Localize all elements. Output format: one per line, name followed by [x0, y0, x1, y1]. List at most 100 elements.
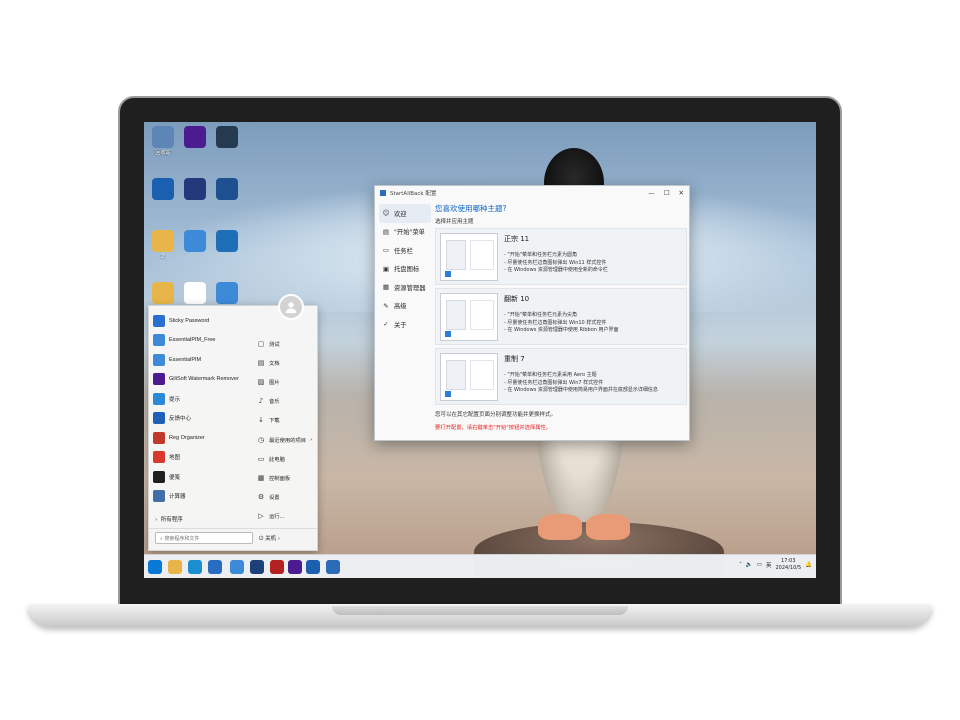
start-app-label: Sticky Password [169, 317, 210, 324]
start-app-item[interactable]: EssentialPIM [153, 350, 253, 370]
app-icon[interactable] [250, 560, 264, 574]
file-explorer-icon[interactable] [168, 560, 182, 574]
start-place-label: 设置 [269, 495, 280, 502]
start-place-label: 运行... [269, 514, 285, 521]
start-app-item[interactable]: 便笺 [153, 467, 253, 487]
input-method[interactable]: 英 [766, 561, 772, 569]
record-icon[interactable] [270, 560, 284, 574]
nav-item[interactable]: ▭ 任务栏 [379, 241, 431, 260]
start-place-item[interactable]: ▢ 测试 [257, 334, 317, 353]
advanced-systemcare-icon [152, 178, 174, 200]
user-avatar[interactable] [278, 294, 304, 320]
nav-item[interactable]: ▣ 托盘图标 [379, 260, 431, 279]
theme-option[interactable]: 翻新 10 - "开始"菜单和任务栏元素为尖角 - 尽量使任务栏边角图标弹出 Win… [435, 288, 687, 345]
start-app-item[interactable]: 提示 [153, 389, 253, 409]
desktop-icon[interactable] [178, 230, 212, 254]
clock[interactable]: 17:03 2024/10/5 [776, 558, 802, 572]
start-app-item[interactable]: EssentialPIM_Free [153, 331, 253, 351]
phone-icon[interactable] [326, 560, 340, 574]
volume-icon[interactable]: 🔈 [746, 562, 753, 568]
theme-option[interactable]: 正宗 11 - "开始"菜单和任务栏元素为圆角 - 尽量使任务栏边角图标弹出 Win… [435, 228, 687, 285]
theme-option[interactable]: 重制 7 - "开始"菜单和任务栏元素采用 Aero 主题 - 尽量使任务栏边角图标… [435, 348, 687, 405]
gilisoft-icon[interactable] [288, 560, 302, 574]
desktop-icon[interactable]: 回收站 [146, 126, 180, 156]
desktop-icon[interactable] [178, 282, 212, 306]
essentialpim-icon[interactable] [230, 560, 244, 574]
shutdown-label: 关机 [265, 536, 277, 542]
desktop-icon[interactable] [178, 178, 212, 202]
theme-feature: - 尽量使任务栏边角图标弹出 Win7 样式控件 [504, 379, 604, 386]
start-place-item[interactable]: ♪ 音乐 [257, 392, 317, 411]
startallback-config-window: StartAllBack 配置 — ☐ ✕ ☺ 欢迎 ▤ "开始"菜单 ▭ 任务栏 ▣ 托盘图… [374, 185, 690, 441]
start-place-label: 音乐 [269, 399, 280, 406]
start-place-item[interactable]: ▤ 文档 [257, 353, 317, 372]
start-app-item[interactable]: 反馈中心 [153, 409, 253, 429]
desktop-icon-label: 回收站 [155, 150, 171, 156]
start-app-label: 提示 [169, 396, 181, 403]
start-place-label: 此电脑 [269, 456, 285, 463]
start-place-item[interactable]: ▭ 此电脑 [257, 449, 317, 468]
advanced-systemcare-icon[interactable] [306, 560, 320, 574]
minimize-button[interactable]: — [648, 189, 655, 197]
nav-item[interactable]: ▤ "开始"菜单 [379, 223, 431, 242]
desktop-icon-label: Z [161, 254, 165, 260]
settings-nav: ☺ 欢迎 ▤ "开始"菜单 ▭ 任务栏 ▣ 托盘图标 ▦ 资源管理器 ✎ 高级 ✓ 关于 [379, 204, 431, 334]
nav-item[interactable]: ▦ 资源管理器 [379, 278, 431, 297]
disk-icon [184, 178, 206, 200]
info-note: 您可以在其它配置页面分别调整功能并更换样式。 [435, 412, 557, 418]
all-programs-label: 所有程序 [160, 517, 183, 523]
windows-start-icon[interactable] [148, 560, 162, 574]
desktop-icon[interactable] [210, 178, 244, 202]
maximize-button[interactable]: ☐ [664, 189, 670, 197]
start-app-item[interactable]: Sticky Password [153, 311, 253, 331]
start-place-item[interactable]: ▨ 图片 [257, 372, 317, 391]
taskbar-icon: ▭ [382, 246, 390, 255]
start-app-item[interactable]: 地图 [153, 448, 253, 468]
nav-item[interactable]: ☺ 欢迎 [379, 204, 431, 223]
edge-icon[interactable] [188, 560, 202, 574]
tray-icon: ▣ [382, 264, 390, 273]
desktop-icon[interactable] [210, 126, 244, 150]
essentialpim-icon [216, 282, 238, 304]
start-place-item[interactable]: ⚙ 设置 [257, 488, 317, 507]
start-app-list: Sticky Password EssentialPIM_Free Essentia… [153, 311, 253, 506]
desktop-icon[interactable]: Z [146, 230, 180, 260]
theme-feature: - 尽量使任务栏边角图标弹出 Win11 样式控件 [504, 259, 607, 266]
app-icon [216, 126, 238, 148]
close-button[interactable]: ✕ [679, 189, 684, 197]
chevron-up-icon[interactable]: ˄ [739, 562, 742, 568]
start-place-item[interactable]: ◷ 最近使用的项目 › [257, 430, 317, 449]
notification-bell-icon[interactable]: 🔔 [805, 562, 812, 568]
system-tray: ˄ 🔈 ▭ 英 17:03 2024/10/5 🔔 [739, 558, 812, 572]
control-panel-icon: ▦ [257, 473, 265, 482]
start-place-item[interactable]: ▦ 控制面板 [257, 468, 317, 487]
start-app-item[interactable]: GiliSoft Watermark Remover [153, 370, 253, 390]
gilisoft-icon [153, 373, 165, 386]
start-app-label: EssentialPIM_Free [169, 337, 216, 344]
explorer-icon: ▦ [382, 283, 390, 292]
theme-feature: - "开始"菜单和任务栏元素为圆角 [504, 252, 577, 258]
theme-feature: - "开始"菜单和任务栏元素采用 Aero 主题 [504, 372, 597, 378]
start-app-label: 反馈中心 [169, 416, 192, 423]
network-icon[interactable]: ▭ [757, 562, 762, 568]
start-search-input[interactable]: ⌕ 搜索程序和文件 [155, 532, 253, 544]
desktop-icon[interactable] [146, 282, 180, 306]
nav-item[interactable]: ✎ 高级 [379, 297, 431, 316]
nav-item[interactable]: ✓ 关于 [379, 315, 431, 334]
shutdown-button[interactable]: ⏻ 关机 › [259, 534, 280, 543]
start-app-item[interactable]: 计算器 [153, 487, 253, 507]
all-programs-button[interactable]: › 所有程序 [155, 515, 183, 523]
desktop-icon[interactable] [146, 178, 180, 202]
theme-feature: - 尽量使任务栏边角图标弹出 Win10 样式控件 [504, 319, 607, 326]
store-icon[interactable] [208, 560, 222, 574]
music-icon: ♪ [258, 397, 264, 406]
divider [149, 528, 317, 529]
start-app-item[interactable]: Reg Organizer [153, 428, 253, 448]
theme-feature: - 在 Windows 资源管理器中使用全新的命令栏 [504, 267, 608, 273]
desktop-icon[interactable] [178, 126, 212, 150]
start-places-list: ▢ 测试 ▤ 文档 ▨ 图片 ♪ 音乐 ↓ 下载 ◷ 最近使用的项目 › ▭ 此电脑 ▦ 控制面板 ⚙ 设置 ▷ 运行… [257, 334, 317, 526]
start-place-item[interactable]: ↓ 下载 [257, 411, 317, 430]
desktop-icon[interactable] [210, 230, 244, 254]
desktop-icon[interactable] [210, 282, 244, 306]
start-place-item[interactable]: ▷ 运行... [257, 507, 317, 526]
